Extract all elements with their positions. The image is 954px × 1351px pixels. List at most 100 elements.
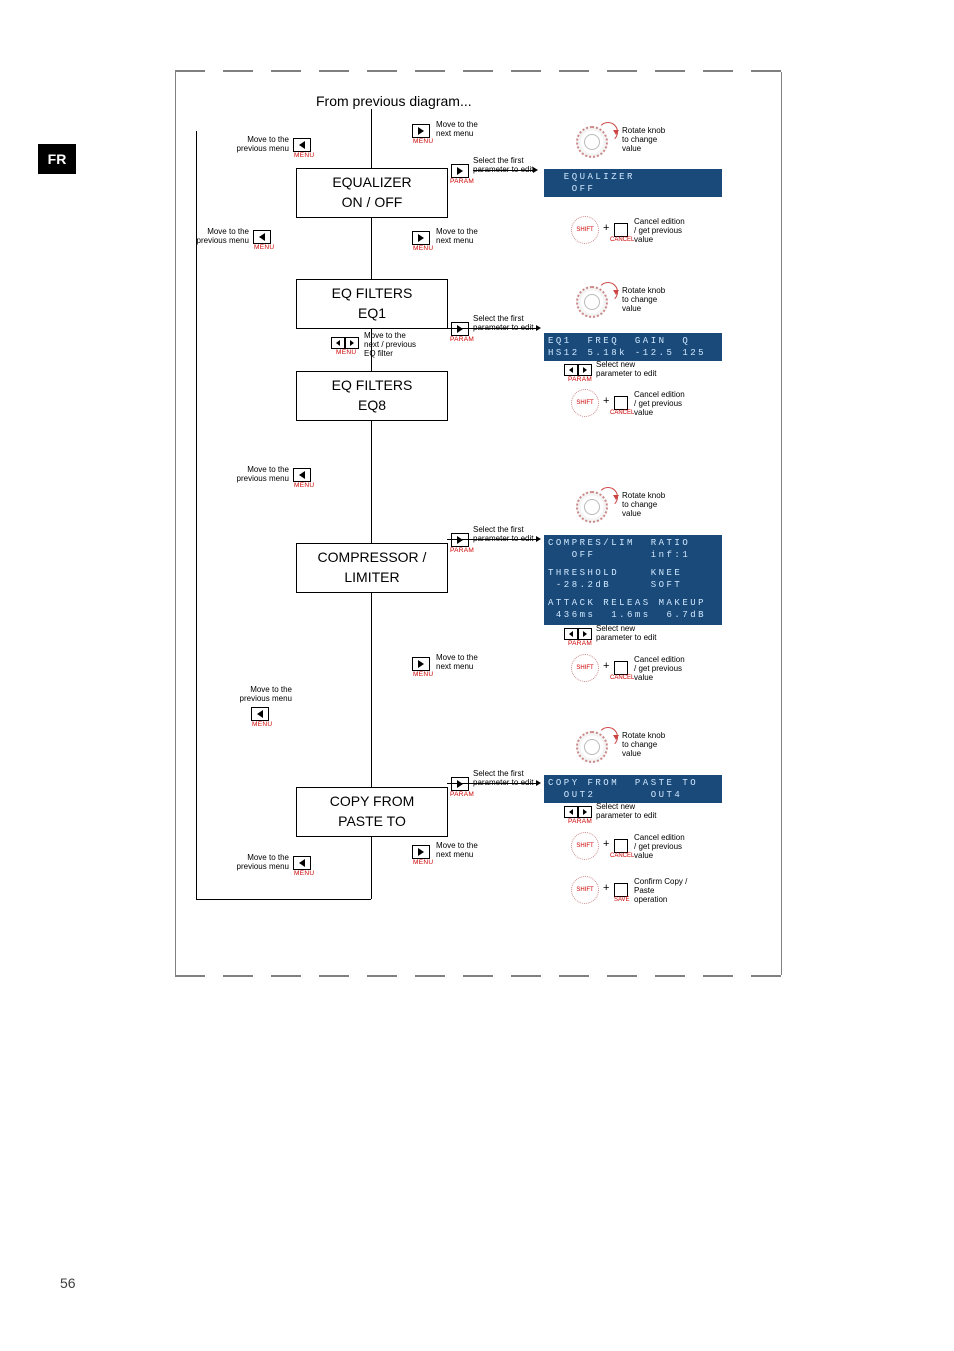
menu-line1: EQUALIZER	[332, 173, 411, 193]
menu-eq-filters-1: EQ FILTERS EQ1	[296, 279, 448, 329]
btn-label-menu: MENU	[336, 349, 356, 356]
caption-new-param: Select newparameter to edit	[596, 624, 656, 642]
lcd-row: -28.2dB SOFT	[548, 579, 718, 591]
btn-label-menu: MENU	[294, 482, 314, 489]
next-menu-btn[interactable]	[412, 845, 430, 859]
lcd-row: OFF	[548, 183, 718, 195]
param-btn[interactable]	[451, 777, 469, 791]
shift-label: SHIFT	[576, 843, 593, 849]
caption-first-param: Select the firstparameter to edit	[473, 769, 533, 787]
knob-arrow-icon	[598, 122, 618, 142]
prev-menu-btn[interactable]	[293, 138, 311, 152]
caption-prev-menu: Move to theprevious menu	[231, 465, 289, 483]
lcd-copy: COPY FROM PASTE TO OUT2 OUT4	[544, 775, 722, 803]
plus-sign: +	[603, 660, 609, 672]
prev-menu-btn[interactable]	[293, 468, 311, 482]
prev-param-btn[interactable]	[564, 364, 578, 376]
btn-label-menu: MENU	[413, 245, 433, 252]
lcd-row: EQUALIZER	[548, 171, 718, 183]
next-menu-btn[interactable]	[412, 231, 430, 245]
param-btn[interactable]	[451, 322, 469, 336]
lcd-row: THRESHOLD KNEE	[548, 567, 718, 579]
caption-new-param: Select newparameter to edit	[596, 802, 656, 820]
next-param-btn[interactable]	[578, 628, 592, 640]
lcd-row: OFF inf:1	[548, 549, 718, 561]
plus-sign: +	[603, 222, 609, 234]
menu-line2: EQ1	[358, 304, 386, 324]
plus-sign: +	[603, 882, 609, 894]
prev-menu-btn[interactable]	[253, 230, 271, 244]
menu-compressor: COMPRESSOR / LIMITER	[296, 543, 448, 593]
line	[473, 170, 533, 171]
prev-menu-btn[interactable]	[293, 856, 311, 870]
menu-line1: COPY FROM	[330, 792, 415, 812]
lcd-row: 436ms 1.6ms 6.7dB	[548, 609, 718, 621]
prev-param-btn[interactable]	[564, 628, 578, 640]
line	[447, 783, 537, 784]
caption-cancel: Cancel edition/ get previousvalue	[634, 655, 685, 683]
knob-arrow-icon	[598, 282, 618, 302]
param-pair-btns[interactable]	[564, 806, 592, 818]
lcd-equalizer: EQUALIZER OFF	[544, 169, 722, 197]
next-param-btn[interactable]	[578, 806, 592, 818]
next-filter-btn[interactable]	[345, 337, 359, 349]
btn-label-menu: MENU	[294, 152, 314, 159]
caption-rotate: Rotate knobto changevalue	[622, 491, 665, 519]
caption-next-menu: Move to thenext menu	[436, 227, 478, 245]
next-menu-btn[interactable]	[412, 124, 430, 138]
shift-knob[interactable]: SHIFT	[571, 876, 599, 904]
menu-line1: EQ FILTERS	[332, 376, 413, 396]
lcd-row: COMPRES/LIM RATIO	[548, 537, 718, 549]
plus-sign: +	[603, 838, 609, 850]
btn-label-param: PARAM	[450, 791, 474, 798]
prev-menu-btn[interactable]	[251, 707, 269, 721]
knob-arrow-icon	[598, 487, 618, 507]
arrow-head	[533, 167, 538, 173]
shift-label: SHIFT	[576, 887, 593, 893]
shift-label: SHIFT	[576, 665, 593, 671]
cancel-btn[interactable]	[614, 661, 628, 675]
next-param-btn[interactable]	[578, 364, 592, 376]
menu-line1: COMPRESSOR /	[318, 548, 427, 568]
line	[447, 539, 537, 540]
shift-knob[interactable]: SHIFT	[571, 654, 599, 682]
next-menu-btn[interactable]	[412, 657, 430, 671]
btn-label-param: PARAM	[450, 547, 474, 554]
shift-knob[interactable]: SHIFT	[571, 832, 599, 860]
lcd-row: OUT2 OUT4	[548, 789, 718, 801]
caption-first-param: Select the firstparameter to edit	[473, 156, 533, 174]
caption-new-param: Select newparameter to edit	[596, 360, 656, 378]
param-btn[interactable]	[451, 533, 469, 547]
menu-line1: EQ FILTERS	[332, 284, 413, 304]
cancel-btn[interactable]	[614, 839, 628, 853]
caption-rotate: Rotate knobto changevalue	[622, 731, 665, 759]
menu-line2: EQ8	[358, 396, 386, 416]
btn-label-menu: MENU	[413, 859, 433, 866]
prev-next-filter-btns[interactable]	[331, 337, 359, 349]
param-btn[interactable]	[451, 164, 469, 178]
diagram-title: From previous diagram...	[316, 93, 472, 109]
param-pair-btns[interactable]	[564, 364, 592, 376]
menu-eq-filters-8: EQ FILTERS EQ8	[296, 371, 448, 421]
caption-prev-menu: Move to theprevious menu	[231, 135, 289, 153]
save-btn[interactable]	[614, 883, 628, 897]
lcd-row: EQ1 FREQ GAIN Q	[548, 335, 718, 347]
btn-label-menu: MENU	[413, 138, 433, 145]
cancel-btn[interactable]	[614, 396, 628, 410]
prev-filter-btn[interactable]	[331, 337, 345, 349]
cancel-btn[interactable]	[614, 223, 628, 237]
btn-label-cancel: CANCEL	[610, 410, 634, 416]
prev-param-btn[interactable]	[564, 806, 578, 818]
btn-label-menu: MENU	[294, 870, 314, 877]
param-pair-btns[interactable]	[564, 628, 592, 640]
btn-label-param: PARAM	[568, 818, 592, 825]
shift-knob[interactable]: SHIFT	[571, 216, 599, 244]
menu-line2: LIMITER	[344, 568, 399, 588]
lcd-compressor-3: ATTACK RELEAS MAKEUP 436ms 1.6ms 6.7dB	[544, 595, 722, 625]
caption-cancel: Cancel edition/ get previousvalue	[634, 217, 685, 245]
line	[196, 899, 371, 900]
shift-knob[interactable]: SHIFT	[571, 389, 599, 417]
caption-rotate: Rotate knobto changevalue	[622, 126, 665, 154]
btn-label-param: PARAM	[450, 336, 474, 343]
caption-first-param: Select the firstparameter to edit	[473, 525, 533, 543]
